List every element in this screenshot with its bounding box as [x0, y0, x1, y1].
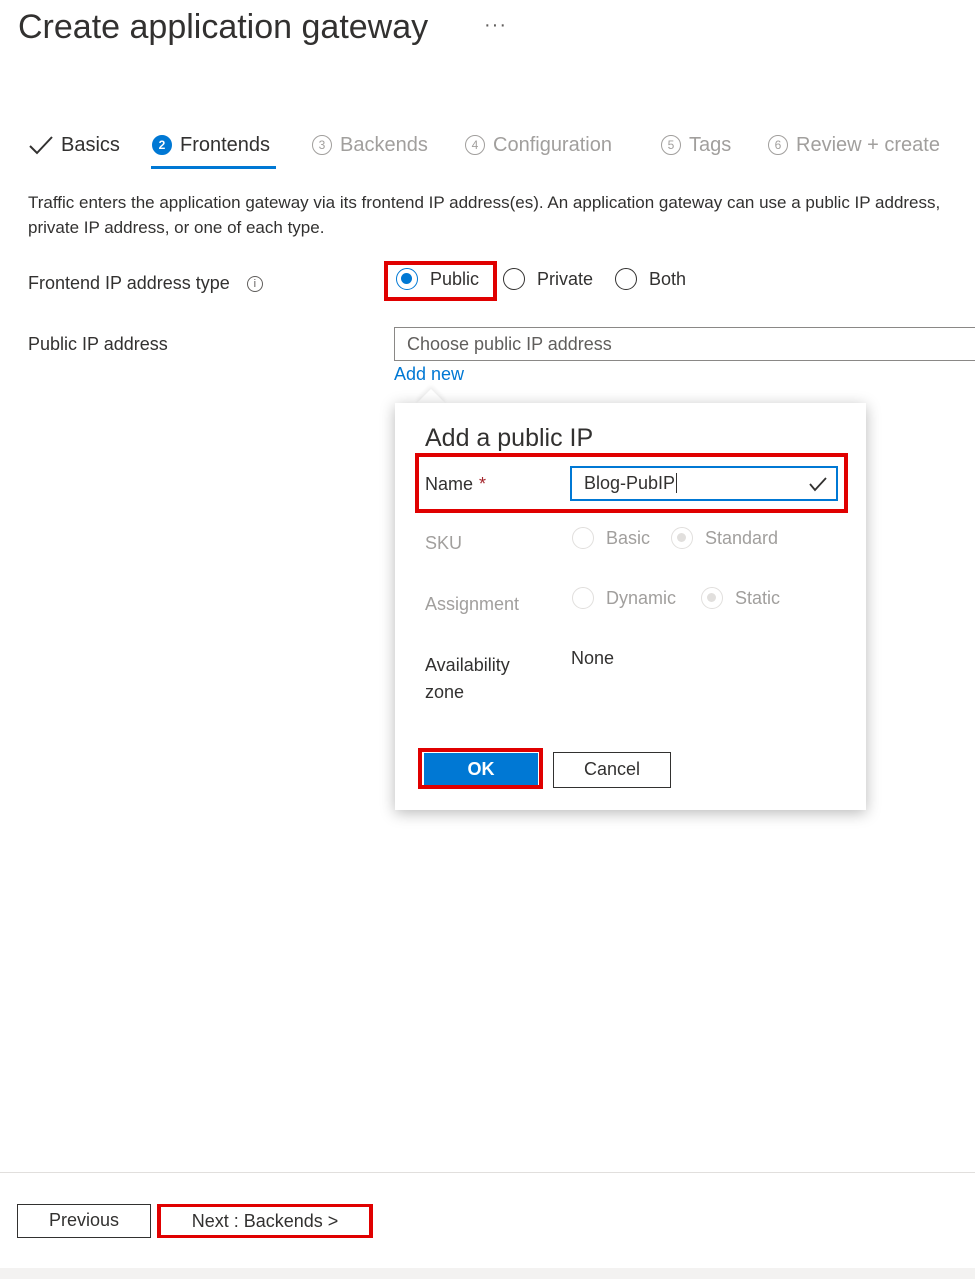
- callout-title: Add a public IP: [425, 424, 594, 452]
- bottom-strip: [0, 1268, 975, 1279]
- description-line: Traffic enters the application gateway v…: [28, 193, 941, 212]
- radio-label: Standard: [705, 527, 779, 548]
- step-number-icon: 2: [152, 135, 172, 155]
- tab-review-create[interactable]: 6 Review + create: [768, 130, 940, 160]
- checkmark-icon: [29, 136, 53, 155]
- page-title: Create application gateway: [18, 8, 429, 46]
- public-ip-dropdown[interactable]: Choose public IP address: [394, 327, 975, 361]
- tab-label: Review + create: [796, 133, 940, 156]
- name-input-value: Blog-PubIP: [584, 473, 676, 493]
- tab-basics[interactable]: Basics: [28, 130, 120, 160]
- tab-label: Basics: [61, 133, 120, 156]
- availability-zone-label-line: zone: [425, 682, 465, 702]
- availability-zone-value: None: [571, 648, 615, 668]
- valid-check-icon: [809, 477, 827, 492]
- tab-label: Backends: [340, 133, 428, 156]
- cancel-button[interactable]: Cancel: [553, 752, 671, 788]
- footer-divider: [0, 1172, 975, 1173]
- step-number-icon: 6: [768, 135, 788, 155]
- radio-unselected-icon: [615, 268, 637, 290]
- radio-unselected-icon: [572, 527, 594, 549]
- radio-sku-basic[interactable]: Basic: [572, 527, 650, 549]
- radio-both[interactable]: Both: [615, 268, 686, 290]
- tab-frontends[interactable]: 2 Frontends: [152, 130, 270, 160]
- required-marker: *: [479, 474, 487, 494]
- next-backends-button[interactable]: Next : Backends >: [161, 1207, 369, 1235]
- tab-label: Frontends: [180, 133, 271, 156]
- name-label-text: Name: [425, 474, 474, 494]
- ok-button[interactable]: OK: [424, 753, 538, 785]
- availability-zone-label-line: Availability: [425, 655, 510, 675]
- tab-backends[interactable]: 3 Backends: [312, 130, 428, 160]
- radio-unselected-icon: [503, 268, 525, 290]
- radio-unselected-icon: [572, 587, 594, 609]
- radio-label: Dynamic: [606, 587, 677, 608]
- frontend-ip-type-label-text: Frontend IP address type: [28, 273, 230, 293]
- availability-zone-label: Availability zone: [425, 652, 510, 706]
- radio-label: Private: [537, 268, 594, 289]
- radio-label: Static: [735, 587, 781, 608]
- radio-selected-icon: [671, 527, 693, 549]
- radio-label: Public: [430, 268, 480, 289]
- radio-label: Both: [649, 268, 687, 289]
- add-new-link[interactable]: Add new: [394, 364, 464, 385]
- radio-assignment-static[interactable]: Static: [701, 587, 780, 609]
- name-label: Name *: [425, 474, 486, 495]
- step-number-icon: 5: [661, 135, 681, 155]
- tab-tags[interactable]: 5 Tags: [661, 130, 731, 160]
- description-line: private IP address, or one of each type.: [28, 218, 325, 237]
- radio-private[interactable]: Private: [503, 268, 593, 290]
- assignment-label: Assignment: [425, 594, 520, 614]
- active-tab-indicator: [151, 166, 276, 169]
- radio-sku-standard[interactable]: Standard: [671, 527, 778, 549]
- radio-selected-icon: [396, 268, 418, 290]
- frontend-ip-type-label: Frontend IP address type i: [28, 273, 263, 294]
- more-options-icon[interactable]: ···: [484, 14, 507, 37]
- tab-label: Tags: [689, 133, 732, 156]
- radio-public[interactable]: Public: [396, 268, 479, 290]
- step-number-icon: 3: [312, 135, 332, 155]
- description-text: Traffic enters the application gateway v…: [28, 190, 975, 240]
- sku-label: SKU: [425, 533, 463, 553]
- text-cursor: ​: [676, 473, 678, 493]
- name-input[interactable]: Blog-PubIP​: [570, 466, 838, 501]
- radio-selected-icon: [701, 587, 723, 609]
- tab-configuration[interactable]: 4 Configuration: [465, 130, 612, 160]
- radio-assignment-dynamic[interactable]: Dynamic: [572, 587, 676, 609]
- public-ip-label: Public IP address: [28, 334, 168, 354]
- info-icon[interactable]: i: [246, 276, 263, 293]
- radio-label: Basic: [606, 527, 651, 548]
- tab-label: Configuration: [493, 133, 612, 156]
- previous-button[interactable]: Previous: [17, 1204, 151, 1238]
- step-number-icon: 4: [465, 135, 485, 155]
